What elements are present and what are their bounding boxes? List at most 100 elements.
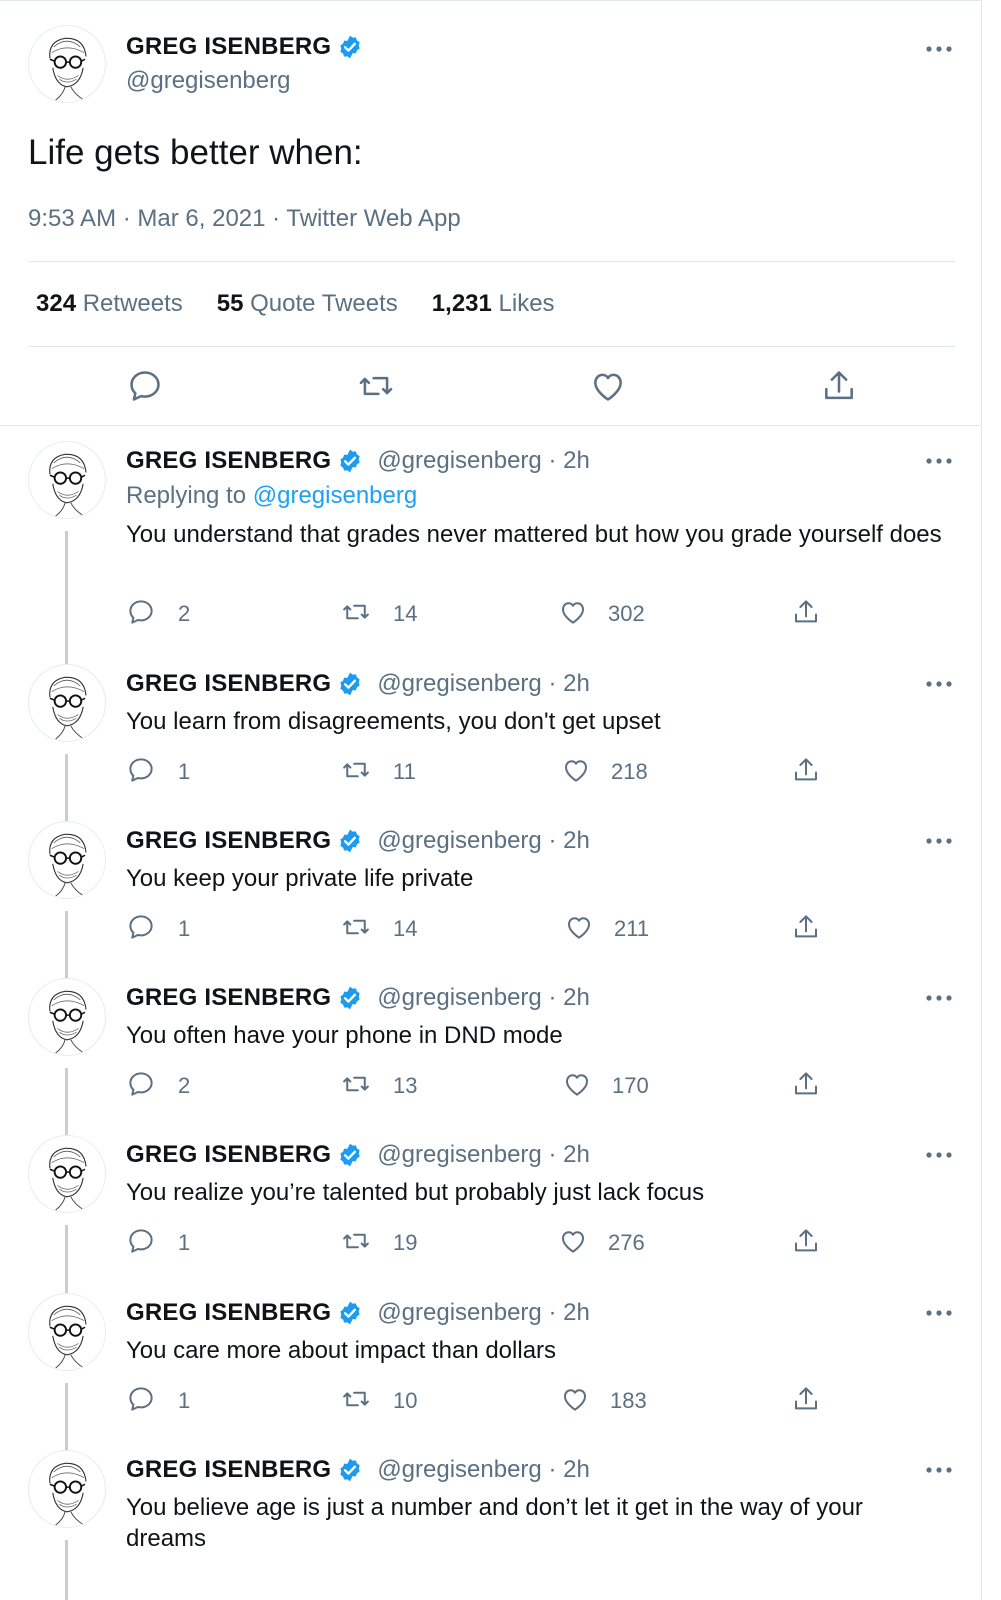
avatar[interactable] [28, 441, 106, 519]
avatar-sketch-icon [49, 453, 87, 517]
tweet-time[interactable]: 2h [563, 1456, 590, 1483]
reply-button[interactable]: 2 [126, 599, 190, 629]
retweet-icon[interactable] [357, 367, 395, 405]
share-icon[interactable] [820, 367, 858, 405]
author-name[interactable]: GREG ISENBERG [126, 1299, 331, 1327]
author-handle[interactable]: @gregisenberg [126, 67, 290, 95]
reply-button[interactable]: 1 [126, 914, 190, 944]
ellipsis-icon[interactable] [924, 1147, 954, 1158]
verified-badge-icon [340, 1143, 360, 1167]
author-handle[interactable]: @gregisenberg [377, 1299, 541, 1326]
tweet-time[interactable]: 2h [563, 670, 590, 697]
likes-stat[interactable]: 1,231 Likes [432, 290, 555, 318]
avatar[interactable] [28, 664, 106, 742]
retweet-button[interactable]: 14 [341, 599, 417, 629]
author-handle[interactable]: @gregisenberg [377, 447, 541, 474]
ellipsis-icon[interactable] [924, 453, 954, 464]
avatar[interactable] [28, 978, 106, 1056]
reply-text: You realize you’re talented but probably… [126, 1179, 705, 1206]
avatar[interactable] [28, 1450, 106, 1528]
ellipsis-icon[interactable] [924, 1462, 954, 1473]
retweet-count: 13 [393, 1073, 418, 1098]
divider [28, 261, 955, 262]
share-icon [791, 1069, 821, 1104]
retweets-stat[interactable]: 324 Retweets [36, 290, 183, 318]
likes-label: Likes [498, 290, 555, 317]
verified-badge-icon [340, 449, 360, 473]
heart-icon [558, 1226, 588, 1261]
heart-icon[interactable] [589, 367, 627, 405]
replying-to-link[interactable]: @gregisenberg [253, 482, 417, 509]
retweet-button[interactable]: 19 [341, 1228, 417, 1258]
thread-connector [65, 1383, 68, 1451]
ellipsis-icon[interactable] [924, 41, 954, 52]
author-name[interactable]: GREG ISENBERG [126, 827, 331, 855]
ellipsis-icon[interactable] [924, 1305, 954, 1316]
quote-tweets-stat[interactable]: 55 Quote Tweets [217, 290, 398, 318]
reply-button[interactable]: 1 [126, 1386, 190, 1416]
tweet-stats: 324 Retweets 55 Quote Tweets 1,231 Likes [36, 290, 589, 318]
reply-button[interactable]: 1 [126, 757, 190, 787]
share-button[interactable] [791, 757, 821, 787]
share-button[interactable] [791, 1386, 821, 1416]
ellipsis-icon[interactable] [924, 676, 954, 687]
replying-prefix: Replying to [126, 482, 253, 509]
tweet-time[interactable]: 9:53 AM [28, 205, 116, 232]
like-button[interactable]: 276 [558, 1228, 645, 1258]
tweet-time[interactable]: 2h [563, 984, 590, 1011]
like-button[interactable]: 302 [558, 599, 645, 629]
reply-author[interactable]: GREG ISENBERG @gregisenberg · 2h [126, 447, 590, 475]
reply-icon [126, 912, 156, 947]
avatar[interactable] [28, 1293, 106, 1371]
like-button[interactable]: 218 [561, 757, 648, 787]
author-handle[interactable]: @gregisenberg [377, 1141, 541, 1168]
retweet-button[interactable]: 14 [341, 914, 417, 944]
avatar[interactable] [28, 821, 106, 899]
retweet-button[interactable]: 11 [341, 757, 416, 787]
author-handle[interactable]: @gregisenberg [377, 1456, 541, 1483]
author-name[interactable]: GREG ISENBERG [126, 447, 331, 475]
tweet-time[interactable]: 2h [563, 827, 590, 854]
like-button[interactable]: 170 [562, 1071, 649, 1101]
author-name[interactable]: GREG ISENBERG [126, 670, 331, 698]
like-count: 276 [608, 1230, 645, 1255]
author-handle[interactable]: @gregisenberg [377, 670, 541, 697]
like-button[interactable]: 211 [564, 914, 649, 944]
share-button[interactable] [791, 1071, 821, 1101]
reply-author[interactable]: GREG ISENBERG @gregisenberg · 2h [126, 984, 590, 1012]
tweet-date[interactable]: Mar 6, 2021 [137, 205, 265, 232]
author-handle[interactable]: @gregisenberg [377, 984, 541, 1011]
reply-button[interactable]: 2 [126, 1071, 190, 1101]
like-button[interactable]: 183 [560, 1386, 647, 1416]
reply-icon[interactable] [126, 367, 164, 405]
share-button[interactable] [791, 914, 821, 944]
avatar[interactable] [28, 25, 106, 103]
ellipsis-icon[interactable] [924, 833, 954, 844]
reply-author[interactable]: GREG ISENBERG @gregisenberg · 2h [126, 670, 590, 698]
heart-icon [561, 755, 591, 790]
share-button[interactable] [791, 1228, 821, 1258]
retweet-button[interactable]: 13 [341, 1071, 417, 1101]
tweet-time[interactable]: 2h [563, 1299, 590, 1326]
main-author[interactable]: GREG ISENBERG [126, 33, 363, 61]
tweet-source[interactable]: Twitter Web App [286, 205, 460, 232]
author-handle-time: @gregisenberg · 2h [377, 984, 590, 1011]
ellipsis-icon[interactable] [924, 990, 954, 1001]
reply-icon [126, 1069, 156, 1104]
author-name[interactable]: GREG ISENBERG [126, 1456, 331, 1484]
reply-count: 1 [178, 759, 191, 784]
reply-button[interactable]: 1 [126, 1228, 190, 1258]
reply-author[interactable]: GREG ISENBERG @gregisenberg · 2h [126, 1141, 590, 1169]
author-handle[interactable]: @gregisenberg [377, 827, 541, 854]
reply-author[interactable]: GREG ISENBERG @gregisenberg · 2h [126, 1456, 590, 1484]
avatar[interactable] [28, 1135, 106, 1213]
reply-author[interactable]: GREG ISENBERG @gregisenberg · 2h [126, 1299, 590, 1327]
reply-author[interactable]: GREG ISENBERG @gregisenberg · 2h [126, 827, 590, 855]
share-button[interactable] [791, 599, 821, 629]
retweet-button[interactable]: 10 [341, 1386, 417, 1416]
author-name[interactable]: GREG ISENBERG [126, 984, 331, 1012]
tweet-time[interactable]: 2h [563, 447, 590, 474]
author-name[interactable]: GREG ISENBERG [126, 1141, 331, 1169]
author-name[interactable]: GREG ISENBERG [126, 33, 331, 61]
tweet-time[interactable]: 2h [563, 1141, 590, 1168]
